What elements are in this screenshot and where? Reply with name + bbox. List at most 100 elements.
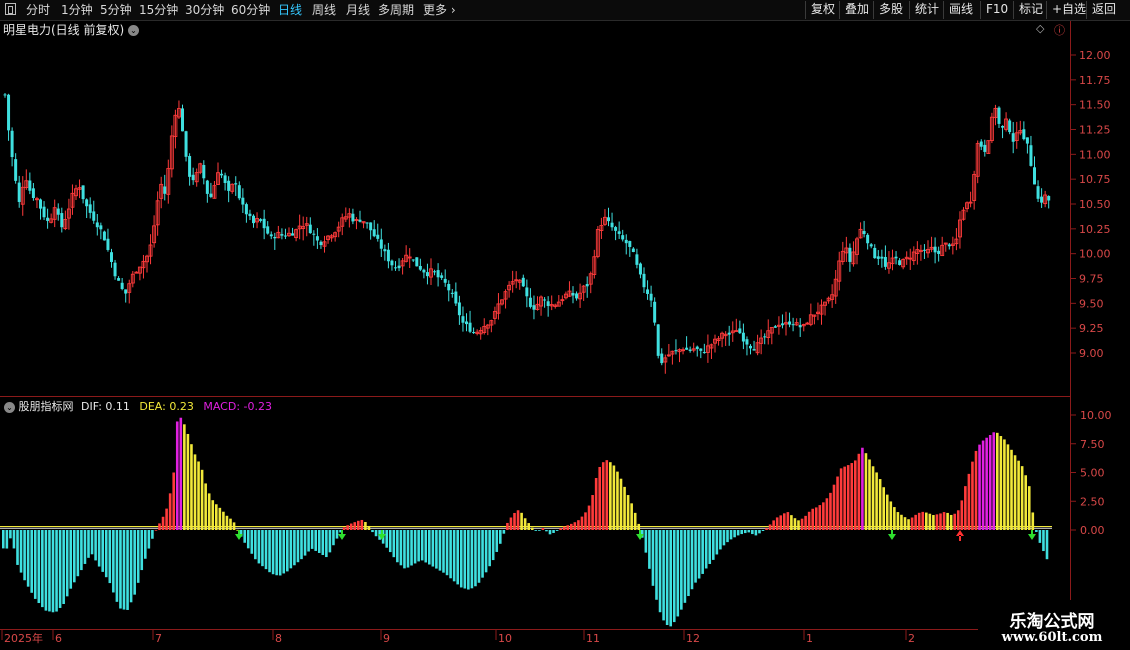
back-button[interactable]: 返回 xyxy=(1086,1,1121,19)
macd-bar xyxy=(44,530,48,611)
tab-more[interactable]: 更多 › xyxy=(423,2,456,18)
window-icon[interactable] xyxy=(5,3,16,15)
macd-bar xyxy=(349,523,353,530)
macd-bar xyxy=(310,530,314,549)
tab-15min[interactable]: 15分钟 xyxy=(139,2,178,18)
price-tick-label: 11.25 xyxy=(1079,124,1111,137)
macd-bar xyxy=(743,530,747,534)
candle-body-down xyxy=(649,293,653,301)
macd-chart[interactable] xyxy=(0,417,1052,627)
tab-30min[interactable]: 30分钟 xyxy=(185,2,224,18)
candle-body-down xyxy=(262,218,266,229)
candle-body-down xyxy=(181,108,184,132)
candle-body-up xyxy=(276,231,281,239)
candle-body-down xyxy=(457,302,461,316)
multi-stock-button[interactable]: 多股 xyxy=(873,1,908,19)
macd-bar xyxy=(1020,466,1024,530)
macd-bar xyxy=(736,530,740,536)
macd-bar xyxy=(484,530,488,573)
macd-bar xyxy=(229,518,232,530)
f10-button[interactable]: F10 xyxy=(980,1,1013,19)
candle-body-up xyxy=(24,180,29,189)
macd-bar xyxy=(875,472,878,530)
fuquan-button[interactable]: 复权 xyxy=(805,1,840,19)
macd-bar xyxy=(729,530,733,540)
mark-button[interactable]: 标记 xyxy=(1013,1,1048,19)
tab-1min[interactable]: 1分钟 xyxy=(61,2,93,18)
tab-multi-period[interactable]: 多周期 xyxy=(378,2,414,18)
tab-5min[interactable]: 5分钟 xyxy=(100,2,132,18)
macd-bar xyxy=(65,530,69,597)
candle-body-down xyxy=(642,273,646,288)
candle-body-up xyxy=(429,268,433,278)
macd-bar xyxy=(435,530,438,569)
macd-bar xyxy=(694,530,697,583)
candle-body-up xyxy=(705,345,710,353)
candle-body-up xyxy=(954,238,959,245)
macd-bar xyxy=(942,512,946,530)
candle-body-up xyxy=(500,299,504,305)
macd-bar xyxy=(246,530,250,549)
macd-bar xyxy=(1010,449,1013,530)
macd-bar xyxy=(591,495,594,530)
candle-body-up xyxy=(407,256,412,259)
chart-canvas[interactable]: 12.00 11.75 11.50 11.25 11.00 10.75 10.50 10.25… xyxy=(0,0,1130,650)
tab-fenshi[interactable]: 分时 xyxy=(26,2,50,18)
macd-bar xyxy=(314,530,317,551)
candle-body-up xyxy=(340,217,345,227)
macd-bar xyxy=(431,530,435,567)
time-tick-label: 7 xyxy=(155,632,162,645)
macd-bar xyxy=(538,530,541,531)
stats-button[interactable]: 统计 xyxy=(909,1,944,19)
macd-axis: 10.00 7.50 5.00 2.50 0.00 xyxy=(1070,409,1112,537)
tab-monthly[interactable]: 月线 xyxy=(346,2,370,18)
tab-60min[interactable]: 60分钟 xyxy=(231,2,270,18)
macd-bar xyxy=(1027,486,1031,530)
tab-daily[interactable]: 日线 xyxy=(278,2,302,18)
dif-label: DIF: 0.11 xyxy=(81,400,130,413)
stock-title[interactable]: 明星电力(日线 前复权) xyxy=(3,23,124,37)
macd-bar xyxy=(495,530,499,552)
macd-bar xyxy=(58,530,62,608)
tab-more-label: 更多 xyxy=(423,3,448,17)
candle-body-down xyxy=(425,272,429,277)
candle-body-up xyxy=(77,187,82,190)
macd-bar xyxy=(545,530,548,532)
macd-bar xyxy=(917,512,921,530)
candle-body-up xyxy=(475,331,480,334)
overlay-button[interactable]: 叠加 xyxy=(839,1,874,19)
indicator-name[interactable]: 股朋指标网 xyxy=(19,400,74,413)
time-tick-label: 10 xyxy=(498,632,512,645)
price-chart[interactable] xyxy=(3,93,1051,374)
candle-body-down xyxy=(571,293,575,296)
diamond-icon[interactable]: ◇ xyxy=(1036,22,1044,35)
macd-bar xyxy=(413,530,417,564)
candle-body-down xyxy=(741,332,745,342)
add-watchlist-button[interactable]: +自选 xyxy=(1046,1,1091,19)
macd-bar xyxy=(967,473,971,530)
candle-body-up xyxy=(904,256,909,260)
macd-bar xyxy=(790,515,793,530)
candle-body-up xyxy=(560,299,565,302)
candle-body-down xyxy=(56,208,60,215)
macd-bar xyxy=(200,469,204,530)
info-icon[interactable]: ⓘ xyxy=(1054,22,1065,38)
macd-bar xyxy=(506,522,509,530)
candle-body-down xyxy=(873,247,877,259)
candle-body-down xyxy=(894,256,898,259)
macd-bar xyxy=(672,530,676,623)
candle-body-down xyxy=(607,217,610,222)
chevron-down-icon[interactable]: ⌄ xyxy=(4,401,15,413)
macd-bar xyxy=(69,530,73,589)
macd-bar xyxy=(626,495,630,530)
macd-bar xyxy=(719,530,722,550)
macd-bar xyxy=(144,530,147,559)
draw-line-button[interactable]: 画线 xyxy=(943,1,978,19)
candle-body-up xyxy=(720,332,725,339)
chevron-down-icon[interactable]: ⌄ xyxy=(128,25,140,36)
candle-body-up xyxy=(819,304,824,315)
candle-body-down xyxy=(610,222,614,228)
macd-bar xyxy=(254,530,257,560)
tab-weekly[interactable]: 周线 xyxy=(312,2,336,18)
macd-bar xyxy=(474,530,477,587)
